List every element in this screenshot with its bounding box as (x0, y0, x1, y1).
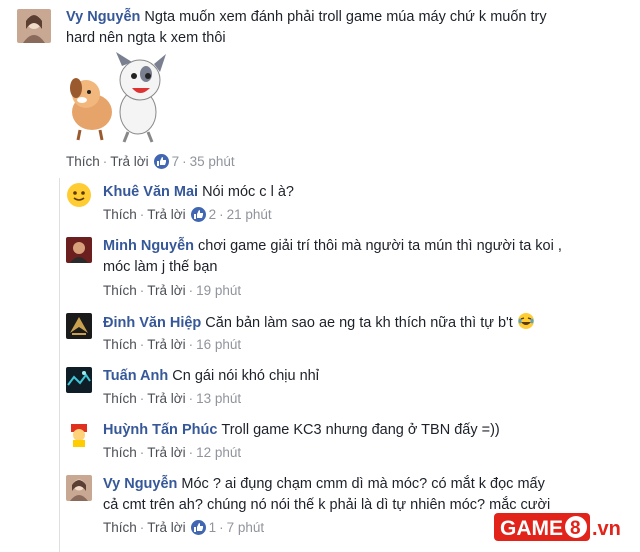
like-reaction-icon[interactable] (190, 520, 206, 535)
like-button[interactable]: Thích (103, 520, 137, 535)
like-button[interactable]: Thích (103, 445, 137, 460)
like-reaction-icon[interactable] (190, 207, 206, 222)
avatar[interactable] (66, 313, 92, 339)
timestamp[interactable]: 12 phút (196, 445, 241, 460)
reply-button[interactable]: Trả lời (147, 445, 185, 460)
reply-button[interactable]: Trả lời (147, 337, 185, 352)
like-button[interactable]: Thích (66, 154, 100, 169)
commenter-name[interactable]: Khuê Văn Mai (103, 184, 198, 200)
avatar[interactable] (66, 237, 92, 263)
comment-text: Ngta muốn xem đánh phải troll game múa m… (144, 9, 547, 25)
comment-actions: Thích · Trả lời 1 · 7 phút (103, 520, 265, 535)
comment-actions: Thích · Trả lời · 12 phút (103, 445, 242, 460)
timestamp[interactable]: 35 phút (190, 154, 235, 169)
comment-text: hard nên ngta k xem thôi (66, 30, 226, 46)
reply-thread-line (59, 178, 60, 552)
reaction-count[interactable]: 2 (209, 207, 217, 222)
reply-button[interactable]: Trả lời (147, 391, 185, 406)
timestamp[interactable]: 7 phút (227, 520, 265, 535)
comment-actions: Thích · Trả lời 2 · 21 phút (103, 207, 272, 222)
comment-body: Huỳnh Tấn Phúc Troll game KC3 nhưng đang … (103, 420, 623, 441)
like-button[interactable]: Thích (103, 391, 137, 406)
comment-body: Đinh Văn Hiệp Căn bản làm sao ae ng ta kh… (103, 312, 623, 337)
comment-text: Móc ? ai đụng chạm cmm dì mà móc? có mắt… (181, 476, 545, 492)
comment-text: cả cmt trên ah? chúng nó nói thế k phải … (103, 497, 551, 513)
reply-button[interactable]: Trả lời (147, 283, 185, 298)
comment-body: Minh Nguyễn chơi game giải trí thôi mà ng… (103, 236, 623, 278)
timestamp[interactable]: 13 phút (196, 391, 241, 406)
comment-text: Cn gái nói khó chịu nhỉ (172, 368, 319, 384)
comment-text: Căn bản làm sao ae ng ta kh thích nữa th… (205, 315, 513, 331)
comment-actions: Thích · Trả lời · 16 phút (103, 337, 242, 352)
like-button[interactable]: Thích (103, 283, 137, 298)
commenter-name[interactable]: Vy Nguyễn (103, 476, 177, 492)
laughing-emoji-icon (517, 312, 535, 337)
avatar[interactable] (66, 182, 92, 208)
avatar[interactable] (66, 421, 92, 447)
like-reaction-icon[interactable] (153, 154, 169, 169)
comment-actions: Thích · Trả lời 7 · 35 phút (66, 154, 235, 169)
timestamp[interactable]: 21 phút (227, 207, 272, 222)
reaction-count[interactable]: 7 (172, 154, 180, 169)
reply-button[interactable]: Trả lời (147, 207, 185, 222)
watermark-brand: GAME (500, 517, 563, 540)
comment-body: Vy Nguyễn Ngta muốn xem đánh phải troll g… (66, 7, 626, 49)
reply-button[interactable]: Trả lời (110, 154, 148, 169)
commenter-name[interactable]: Vy Nguyễn (66, 9, 140, 25)
comment-text: chơi game giải trí thôi mà người ta mún … (198, 238, 562, 254)
watermark-digit: 8 (570, 518, 581, 539)
comment-text: Nói móc c l à? (202, 184, 294, 200)
timestamp[interactable]: 19 phút (196, 283, 241, 298)
commenter-name[interactable]: Tuấn Anh (103, 368, 168, 384)
like-button[interactable]: Thích (103, 207, 137, 222)
sticker (62, 52, 172, 144)
commenter-name[interactable]: Đinh Văn Hiệp (103, 315, 201, 331)
comment-text: móc làm j thế bạn (103, 259, 218, 275)
commenter-name[interactable]: Huỳnh Tấn Phúc (103, 422, 217, 438)
reply-button[interactable]: Trả lời (147, 520, 185, 535)
comment-body: Tuấn Anh Cn gái nói khó chịu nhỉ (103, 366, 623, 387)
comment-actions: Thích · Trả lời · 13 phút (103, 391, 242, 406)
comment-actions: Thích · Trả lời · 19 phút (103, 283, 242, 298)
comment-body: Khuê Văn Mai Nói móc c l à? (103, 182, 623, 203)
like-button[interactable]: Thích (103, 337, 137, 352)
watermark-logo: GAME 8 .vn (494, 510, 632, 544)
comment-text: Troll game KC3 nhưng đang ở TBN đấy =)) (221, 422, 500, 438)
commenter-name[interactable]: Minh Nguyễn (103, 238, 194, 254)
reaction-count[interactable]: 1 (209, 520, 217, 535)
avatar[interactable] (66, 367, 92, 393)
timestamp[interactable]: 16 phút (196, 337, 241, 352)
watermark-suffix: .vn (592, 518, 621, 540)
avatar[interactable] (66, 475, 92, 501)
avatar[interactable] (17, 9, 51, 43)
